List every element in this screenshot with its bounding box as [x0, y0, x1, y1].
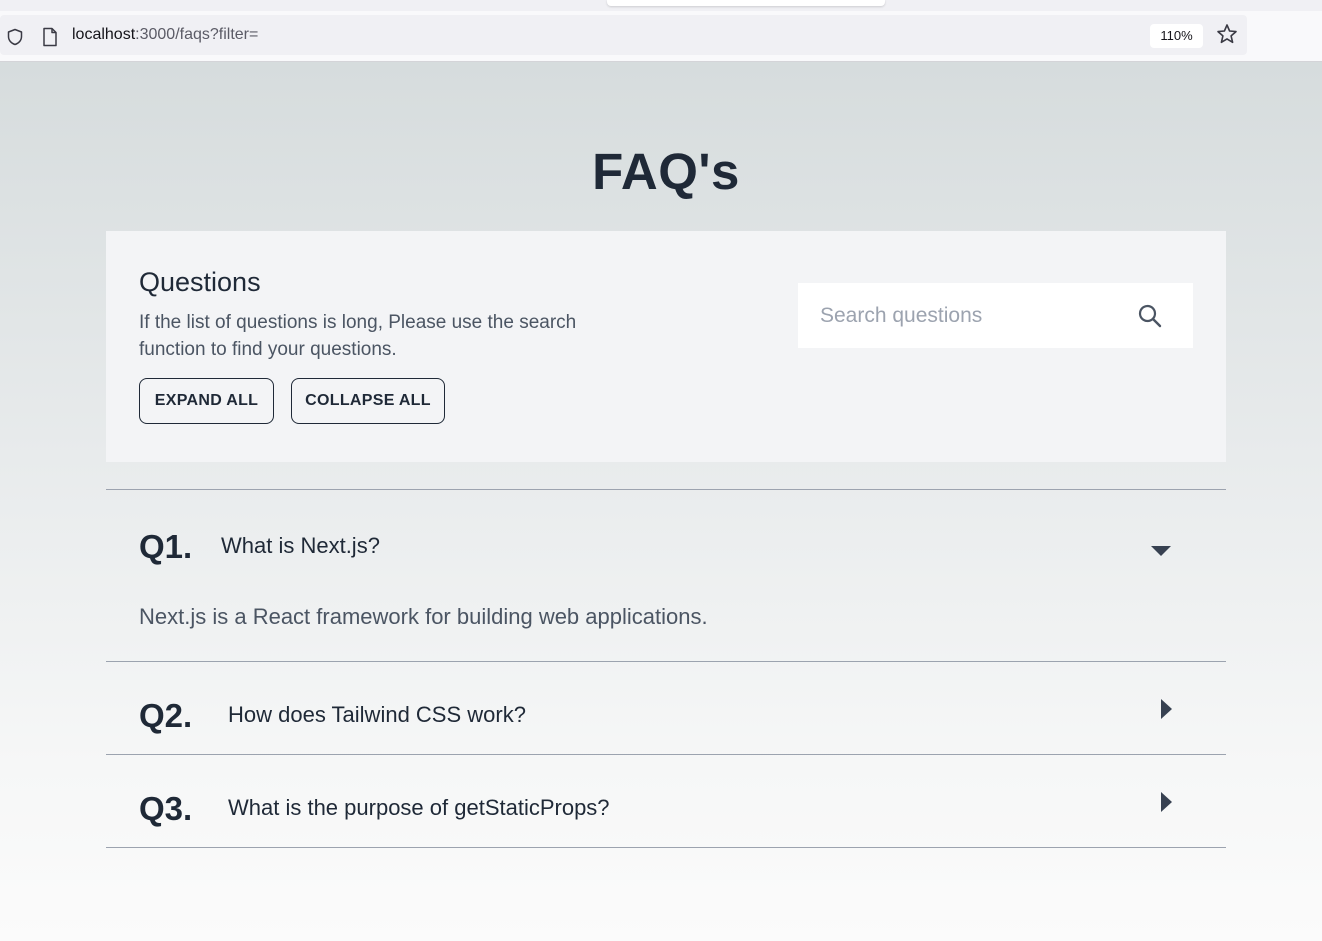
collapse-all-button[interactable]: COLLAPSE ALL	[291, 378, 445, 424]
faq-number: Q1.	[139, 528, 193, 565]
search-icon[interactable]	[1137, 303, 1163, 329]
url-text[interactable]: localhost:3000/faqs?filter=	[72, 26, 258, 44]
faq-item: Q2. How does Tailwind CSS work?	[106, 661, 1226, 754]
faq-item: Q3. What is the purpose of getStaticProp…	[106, 754, 1226, 848]
browser-toolbar: localhost:3000/faqs?filter= 110%	[0, 11, 1322, 62]
faq-answer: Next.js is a React framework for buildin…	[139, 604, 708, 629]
panel-heading: Questions	[139, 267, 261, 297]
shield-icon[interactable]	[6, 28, 24, 46]
faq-number: Q3.	[139, 790, 193, 827]
url-host: localhost	[72, 26, 136, 43]
faq-number: Q2.	[139, 697, 193, 734]
chevron-down-icon[interactable]	[1151, 546, 1171, 556]
address-bar[interactable]: localhost:3000/faqs?filter= 110%	[0, 15, 1247, 55]
chevron-right-icon[interactable]	[1161, 792, 1172, 812]
bookmark-star-icon[interactable]	[1216, 23, 1238, 45]
search-box	[798, 283, 1193, 348]
search-input[interactable]	[798, 283, 1128, 348]
faq-list: Q1. What is Next.js? Next.js is a React …	[106, 489, 1226, 848]
tab-strip	[0, 0, 1322, 11]
zoom-level-button[interactable]: 110%	[1150, 24, 1203, 48]
faq-question-toggle[interactable]: Q1. What is Next.js?	[106, 490, 1226, 602]
expand-all-button[interactable]: EXPAND ALL	[139, 378, 274, 424]
faq-question-toggle[interactable]: Q2. How does Tailwind CSS work?	[106, 662, 1226, 754]
active-tab[interactable]	[607, 0, 885, 6]
faq-item: Q1. What is Next.js? Next.js is a React …	[106, 489, 1226, 661]
panel-description: If the list of questions is long, Please…	[139, 312, 577, 360]
chevron-right-icon[interactable]	[1161, 699, 1172, 719]
faq-question: What is the purpose of getStaticProps?	[228, 795, 610, 820]
page-title: FAQ's	[592, 143, 740, 200]
questions-panel: Questions If the list of questions is lo…	[106, 231, 1226, 462]
faq-question: What is Next.js?	[221, 533, 380, 558]
url-path: :3000/faqs?filter=	[135, 26, 259, 43]
faq-question: How does Tailwind CSS work?	[228, 702, 526, 727]
faq-question-toggle[interactable]: Q3. What is the purpose of getStaticProp…	[106, 755, 1226, 847]
page-icon	[43, 27, 57, 47]
